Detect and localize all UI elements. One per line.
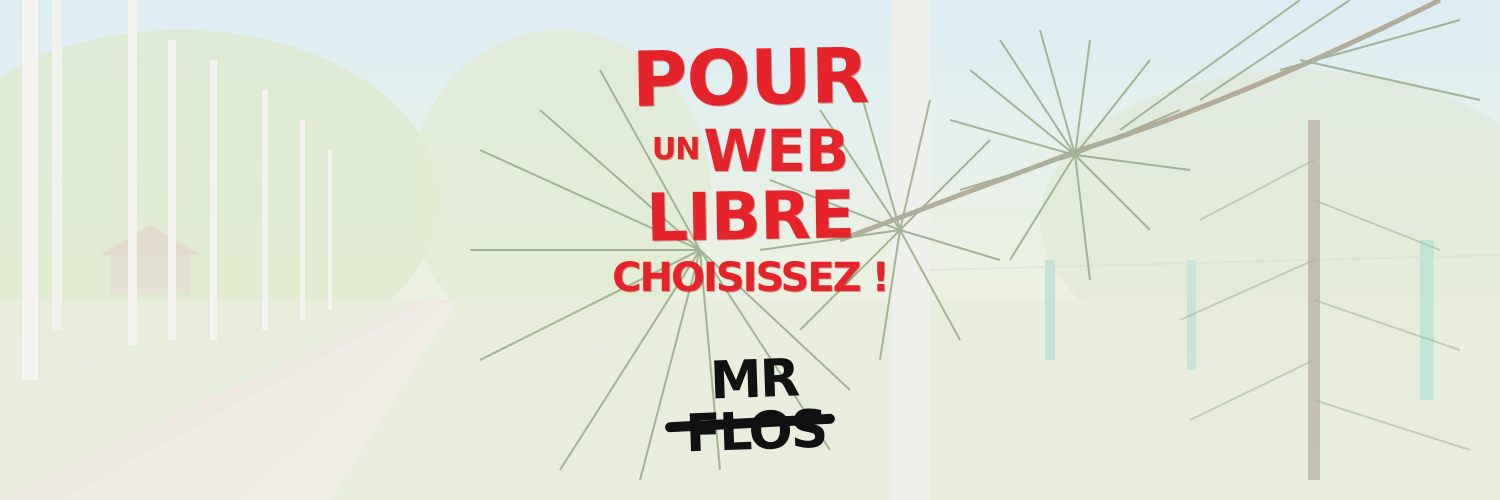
slogan-line-pour: POUR <box>630 30 870 125</box>
signature-logo: MR FLOS <box>640 340 870 464</box>
slogan-word-web: WEB <box>703 117 849 185</box>
slogan-word-un: UN <box>651 132 700 167</box>
slogan-line-un-web: UNWEB <box>600 122 900 180</box>
header-banner: POUR UNWEB LIBRE CHOISISSEZ ! MR FLOS <box>0 0 1500 500</box>
slogan-line-choisissez: CHOISISSEZ ! <box>612 255 890 301</box>
signature-text: MR FLOS <box>684 348 828 465</box>
slogan-line-libre: LIBRE <box>645 176 855 257</box>
